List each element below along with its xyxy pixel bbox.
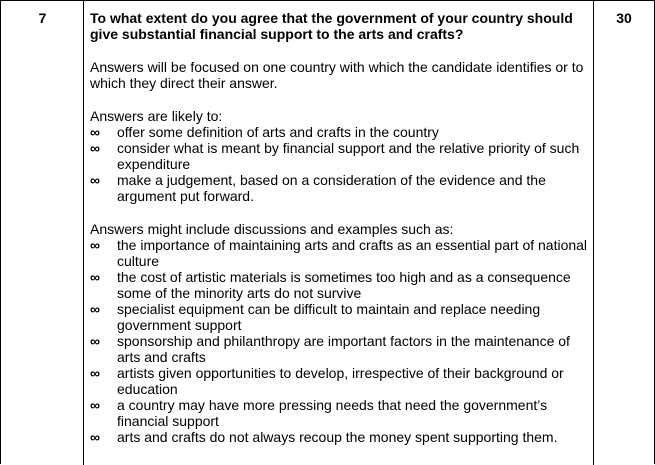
bullet-icon: ∞ bbox=[90, 301, 100, 317]
bullet-text: offer some definition of arts and crafts… bbox=[117, 124, 439, 140]
column-divider bbox=[83, 1, 84, 465]
question-content: To what extent do you agree that the gov… bbox=[90, 10, 590, 445]
question-number: 7 bbox=[38, 10, 47, 26]
column-divider bbox=[593, 1, 594, 465]
bullet-item: ∞ specialist equipment can be difficult t… bbox=[90, 301, 590, 333]
mark-scheme-table: 7 30 To what extent do you agree that th… bbox=[0, 0, 655, 465]
intro-text: Answers will be focused on one country w… bbox=[90, 59, 584, 91]
bullet-icon: ∞ bbox=[90, 124, 100, 140]
bullet-text: the importance of maintaining arts and c… bbox=[117, 237, 588, 269]
bullet-text: make a judgement, based on a considerati… bbox=[117, 172, 546, 204]
bullet-item: ∞ make a judgement, based on a considerat… bbox=[90, 172, 590, 204]
bullet-text: sponsorship and philanthropy are importa… bbox=[117, 333, 570, 365]
bullet-text: specialist equipment can be difficult to… bbox=[117, 301, 541, 333]
examples-heading: Answers might include discussions and ex… bbox=[90, 221, 454, 237]
bullet-item: ∞ the importance of maintaining arts and … bbox=[90, 237, 590, 269]
bullet-item: ∞ a country may have more pressing needs … bbox=[90, 397, 590, 429]
question-marks: 30 bbox=[616, 10, 632, 26]
bullet-item: ∞ sponsorship and philanthropy are import… bbox=[90, 333, 590, 365]
bullet-icon: ∞ bbox=[90, 333, 100, 349]
question-text: To what extent do you agree that the gov… bbox=[90, 10, 573, 42]
examples-list: ∞ the importance of maintaining arts and … bbox=[90, 237, 590, 445]
bullet-icon: ∞ bbox=[90, 397, 100, 413]
bullet-icon: ∞ bbox=[90, 365, 100, 381]
bullet-text: artists given opportunities to develop, … bbox=[117, 365, 564, 397]
bullet-item: ∞ consider what is meant by financial sup… bbox=[90, 140, 590, 172]
bullet-item: ∞ arts and crafts do not always recoup th… bbox=[90, 429, 590, 445]
bullet-text: a country may have more pressing needs t… bbox=[117, 397, 548, 429]
bullet-text: the cost of artistic materials is someti… bbox=[117, 269, 571, 301]
likely-heading: Answers are likely to: bbox=[90, 108, 223, 124]
bullet-icon: ∞ bbox=[90, 269, 100, 285]
bullet-icon: ∞ bbox=[90, 140, 100, 156]
bullet-icon: ∞ bbox=[90, 237, 100, 253]
bullet-text: consider what is meant by financial supp… bbox=[117, 140, 580, 172]
bullet-icon: ∞ bbox=[90, 429, 100, 445]
bullet-item: ∞ the cost of artistic materials is somet… bbox=[90, 269, 590, 301]
bullet-item: ∞ artists given opportunities to develop,… bbox=[90, 365, 590, 397]
bullet-text: arts and crafts do not always recoup the… bbox=[117, 429, 558, 445]
bullet-item: ∞ offer some definition of arts and craft… bbox=[90, 124, 590, 140]
likely-list: ∞ offer some definition of arts and craft… bbox=[90, 124, 590, 204]
bullet-icon: ∞ bbox=[90, 172, 100, 188]
